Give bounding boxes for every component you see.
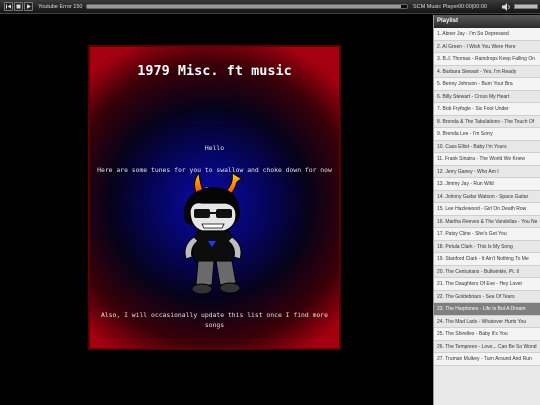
profile-card: 1979 Misc. ft music Hello Here are some … xyxy=(88,45,341,350)
playlist-item[interactable]: 11. Frank Sinatra - The World We Knew xyxy=(434,153,540,166)
playlist-panel: Playlist 1. Abner Jay - I'm So Depressed… xyxy=(433,15,540,405)
playlist-item[interactable]: 3. B.J. Thomas - Raindrops Keep Falling … xyxy=(434,53,540,66)
playlist-item[interactable]: 4. Barbara Stewart - Yes, I'm Ready xyxy=(434,65,540,78)
playlist-header: Playlist xyxy=(434,15,540,28)
playlist-item[interactable]: 13. Jimmy Jay - Run Wild xyxy=(434,178,540,191)
now-playing-title: Youtube Error 150 xyxy=(38,4,83,10)
hello-text: Hello xyxy=(204,144,225,152)
playlist-item[interactable]: 1. Abner Jay - I'm So Depressed xyxy=(434,28,540,41)
playlist-item[interactable]: 2. Al Green - I Wish You Were Here xyxy=(434,40,540,53)
playlist-item[interactable]: 16. Martha Reeves & The Vandellas - You … xyxy=(434,215,540,228)
playlist-item[interactable]: 5. Benny Johnson - Burn Your Bra xyxy=(434,78,540,91)
playlist-item[interactable]: 6. Billy Stewart - Cross My Heart xyxy=(434,90,540,103)
playlist-item[interactable]: 22. The Goldebriars - Sea Of Tears xyxy=(434,290,540,303)
player-name: SCM Music Player xyxy=(413,4,459,10)
time-display: 00:00|00:00 xyxy=(458,4,487,10)
play-icon xyxy=(27,4,31,9)
stop-icon xyxy=(16,4,21,9)
progress-fill xyxy=(87,5,401,8)
playlist-item[interactable]: 24. The Mad Lads - Whatever Hurts You xyxy=(434,315,540,328)
playlist-item[interactable]: 25. The Shirelles - Baby It's You xyxy=(434,328,540,341)
troll-character-image xyxy=(183,171,244,295)
playlist-item[interactable]: 9. Brenda Lee - I'm Sorry xyxy=(434,128,540,141)
playlist-item[interactable]: 7. Bob Fryfogle - Six Foot Under xyxy=(434,103,540,116)
playlist-item[interactable]: 21. The Daughters Of Eve - Hey Lover xyxy=(434,278,540,291)
playlist-item[interactable]: 8. Brenda & The Tabulations - The Touch … xyxy=(434,115,540,128)
playlist-item[interactable]: 19. Stanford Clark - It Ain't Nothing To… xyxy=(434,253,540,266)
playlist-item[interactable]: 18. Petula Clark - This Is My Song xyxy=(434,240,540,253)
player-bar: Youtube Error 150 SCM Music Player 00:00… xyxy=(0,0,540,14)
playlist-item[interactable]: 17. Patsy Cline - She's Got You xyxy=(434,228,540,241)
playlist-item[interactable]: 12. Jerry Ganey - Who Am I xyxy=(434,165,540,178)
playlist-item[interactable]: 23. The Harptones - Life Is But A Dream xyxy=(434,303,540,316)
playlist-item[interactable]: 26. The Temprees - Love... Can Be So Won… xyxy=(434,340,540,353)
playlist-item[interactable]: 20. The Centurians - Bullwinkle, Pt. II xyxy=(434,265,540,278)
progress-bar[interactable] xyxy=(86,4,408,9)
play-button[interactable] xyxy=(24,2,33,11)
playlist-item[interactable]: 15. Lee Hazlewood - Girl On Death Row xyxy=(434,203,540,216)
stop-button[interactable] xyxy=(14,2,23,11)
footer-text: Also, I will occasionally update this li… xyxy=(100,311,328,329)
playlist-list: 1. Abner Jay - I'm So Depressed 2. Al Gre… xyxy=(434,28,540,366)
playlist-item[interactable]: 27. Truman Mulkey - Turn Around And Run xyxy=(434,353,540,366)
card-title: 1979 Misc. ft music xyxy=(137,63,292,79)
volume-fill xyxy=(515,5,537,8)
prev-icon xyxy=(6,4,11,9)
volume-slider[interactable] xyxy=(514,4,538,9)
playlist-item[interactable]: 14. Johnny Guitar Watson - Space Guitar xyxy=(434,190,540,203)
prev-button[interactable] xyxy=(4,2,13,11)
playlist-item[interactable]: 10. Cass Elliot - Baby I'm Yours xyxy=(434,140,540,153)
volume-icon[interactable] xyxy=(502,3,512,11)
